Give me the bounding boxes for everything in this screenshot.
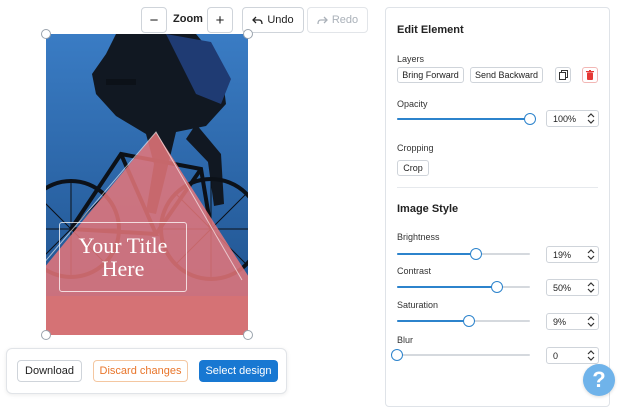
stepper-icon[interactable] bbox=[586, 348, 596, 363]
panel-title: Edit Element bbox=[397, 24, 464, 36]
stepper-icon[interactable] bbox=[586, 111, 596, 126]
brightness-slider[interactable] bbox=[397, 248, 530, 260]
contrast-value: 50% bbox=[553, 283, 572, 293]
design-canvas[interactable]: Your Title Here bbox=[46, 34, 248, 335]
undo-button[interactable]: Undo bbox=[242, 7, 304, 33]
blur-slider-thumb[interactable] bbox=[391, 349, 403, 361]
brightness-input[interactable]: 19% bbox=[546, 246, 599, 263]
opacity-slider[interactable] bbox=[397, 113, 536, 125]
saturation-label: Saturation bbox=[397, 300, 439, 310]
minus-icon: − bbox=[149, 11, 159, 29]
zoom-label: Zoom bbox=[173, 13, 203, 25]
brightness-value: 19% bbox=[553, 250, 572, 260]
resize-handle-top-right[interactable] bbox=[243, 29, 253, 39]
action-bar: Download Discard changes Select design bbox=[6, 348, 287, 394]
resize-handle-bottom-right[interactable] bbox=[243, 330, 253, 340]
redo-icon bbox=[317, 16, 328, 24]
contrast-slider[interactable] bbox=[397, 281, 530, 293]
opacity-slider-thumb[interactable] bbox=[524, 113, 536, 125]
opacity-label: Opacity bbox=[397, 99, 428, 109]
saturation-input[interactable]: 9% bbox=[546, 313, 599, 330]
copy-icon bbox=[558, 70, 568, 80]
help-button[interactable]: ? bbox=[583, 364, 615, 396]
stepper-icon[interactable] bbox=[586, 280, 596, 295]
blur-value: 0 bbox=[553, 351, 559, 361]
plus-icon: + bbox=[215, 11, 225, 29]
blur-label: Blur bbox=[397, 335, 414, 345]
layers-label: Layers bbox=[397, 54, 425, 64]
undo-icon bbox=[252, 16, 263, 24]
zoom-in-button[interactable]: + bbox=[207, 7, 233, 33]
blur-input[interactable]: 0 bbox=[546, 347, 599, 364]
crop-button[interactable]: Crop bbox=[397, 160, 429, 176]
zoom-out-button[interactable]: − bbox=[141, 7, 167, 33]
trash-icon bbox=[586, 70, 594, 80]
resize-handle-bottom-left[interactable] bbox=[41, 330, 51, 340]
brightness-label: Brightness bbox=[397, 232, 440, 242]
delete-button[interactable] bbox=[582, 67, 598, 83]
brightness-slider-thumb[interactable] bbox=[470, 248, 483, 260]
duplicate-button[interactable] bbox=[555, 67, 571, 83]
stepper-icon[interactable] bbox=[586, 247, 596, 262]
saturation-value: 9% bbox=[553, 317, 567, 327]
saturation-slider-thumb[interactable] bbox=[463, 315, 476, 327]
blur-slider[interactable] bbox=[391, 349, 530, 361]
question-mark-icon: ? bbox=[592, 367, 606, 392]
opacity-value: 100% bbox=[553, 114, 577, 124]
contrast-input[interactable]: 50% bbox=[546, 279, 599, 296]
redo-label: Redo bbox=[331, 14, 359, 26]
overlay-title-text[interactable]: Your Title Here bbox=[59, 222, 187, 292]
contrast-label: Contrast bbox=[397, 266, 432, 276]
select-design-button[interactable]: Select design bbox=[199, 360, 278, 382]
undo-label: Undo bbox=[267, 14, 294, 26]
edit-element-panel: Edit Element Layers Bring Forward Send B… bbox=[385, 7, 610, 407]
discard-changes-button[interactable]: Discard changes bbox=[93, 360, 188, 382]
cropping-label: Cropping bbox=[397, 143, 434, 153]
resize-handle-top-left[interactable] bbox=[41, 29, 51, 39]
redo-button[interactable]: Redo bbox=[307, 7, 368, 33]
send-backward-button[interactable]: Send Backward bbox=[470, 67, 543, 83]
bring-forward-button[interactable]: Bring Forward bbox=[397, 67, 464, 83]
section-divider bbox=[397, 187, 598, 188]
saturation-slider[interactable] bbox=[397, 315, 530, 327]
opacity-input[interactable]: 100% bbox=[546, 110, 599, 127]
stepper-icon[interactable] bbox=[586, 314, 596, 329]
download-button[interactable]: Download bbox=[17, 360, 82, 382]
image-style-title: Image Style bbox=[397, 203, 459, 215]
contrast-slider-thumb[interactable] bbox=[490, 281, 503, 293]
